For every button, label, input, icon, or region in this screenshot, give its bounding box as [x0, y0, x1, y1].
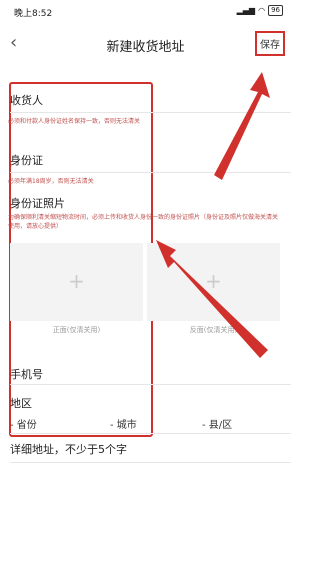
arrow-to-form [156, 240, 268, 358]
annotation-arrows [156, 72, 270, 358]
arrow-to-save [214, 72, 270, 180]
